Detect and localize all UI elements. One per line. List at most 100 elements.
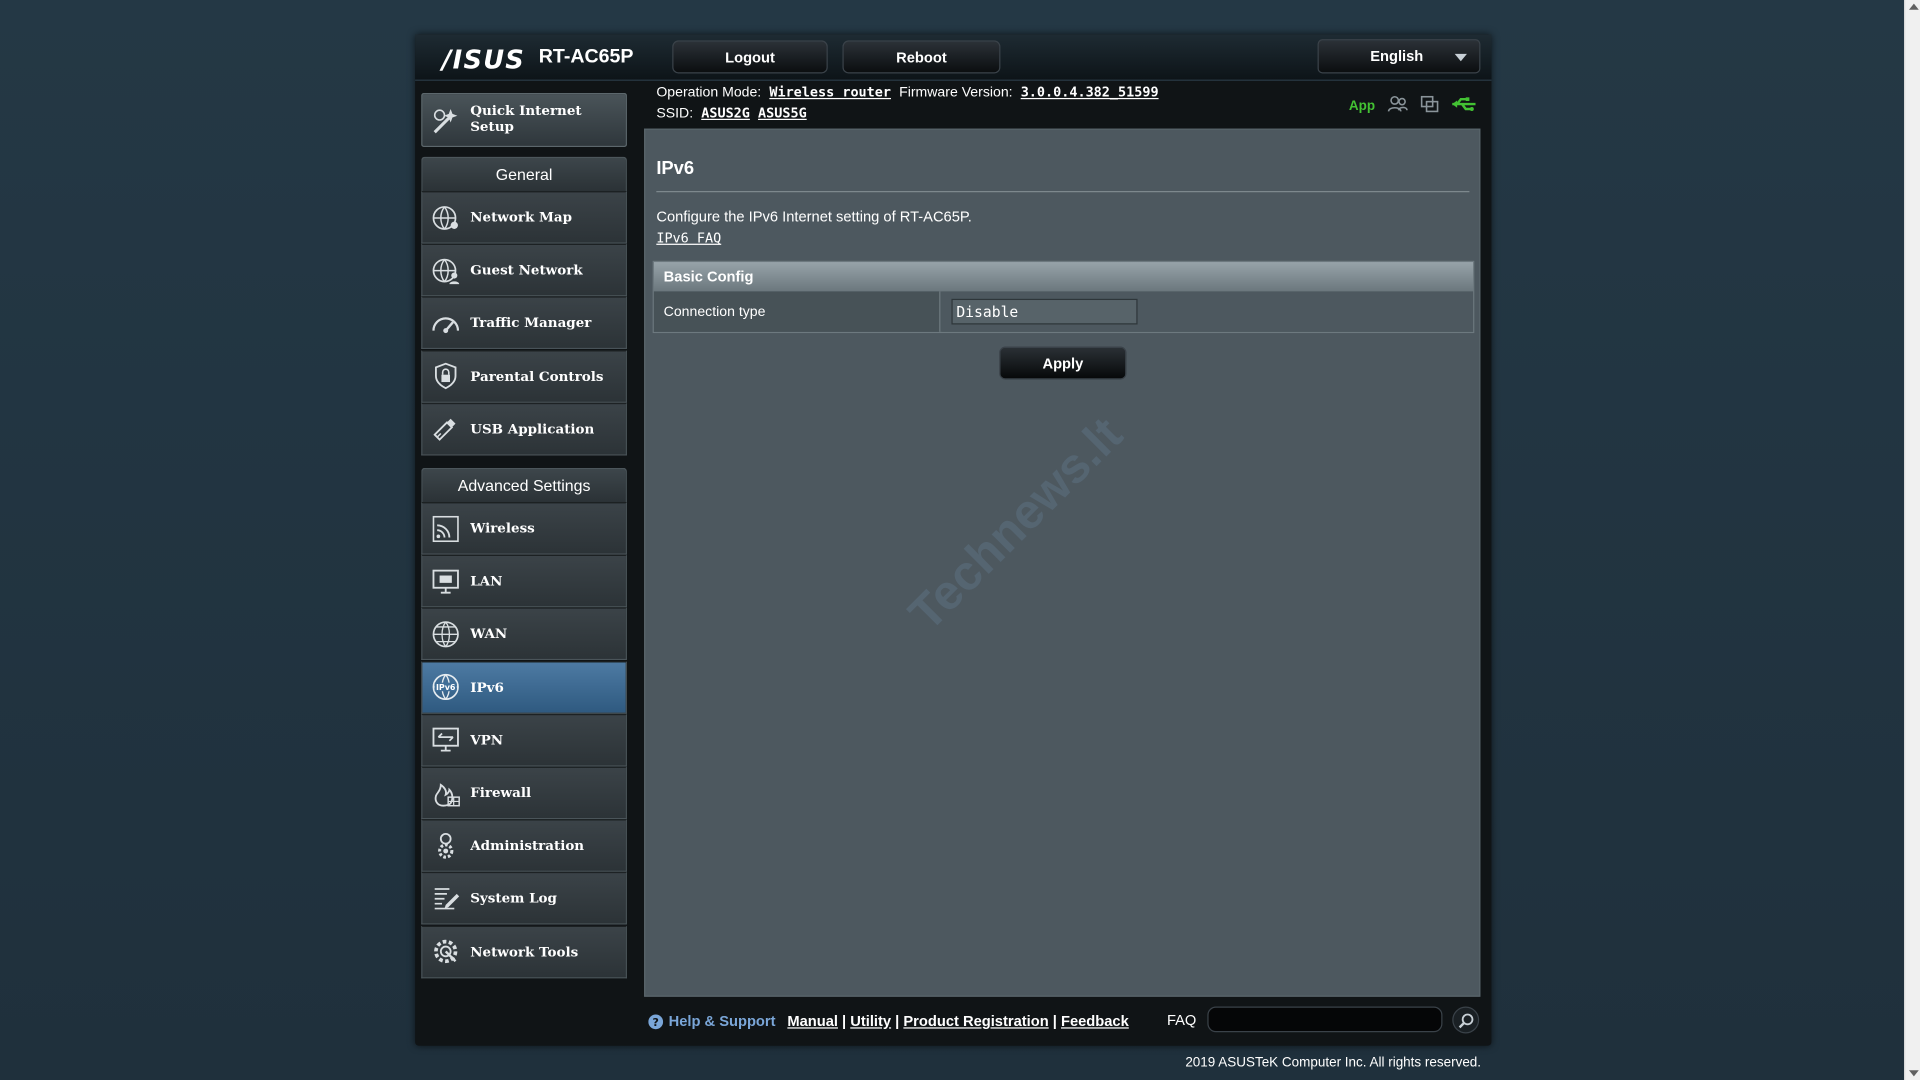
- sidebar-item-firewall[interactable]: Firewall: [421, 766, 627, 820]
- sidebar-item-administration[interactable]: Administration: [421, 819, 627, 873]
- sidebar-item-ipv6[interactable]: IPv6 IPv6: [421, 660, 627, 714]
- search-icon: [1458, 1012, 1473, 1028]
- sidebar-item-label: LAN: [470, 573, 503, 590]
- sidebar-item-network-tools[interactable]: Network Tools: [421, 925, 627, 978]
- guest-globe-icon: [430, 254, 462, 286]
- top-bar: /ISUS RT-AC65P Logout Reboot English: [415, 34, 1492, 81]
- lan-monitor-icon: [430, 565, 462, 597]
- ipv6-globe-icon: IPv6: [430, 671, 462, 703]
- logout-button[interactable]: Logout: [672, 40, 828, 74]
- quick-internet-setup-button[interactable]: Quick Internet Setup: [421, 93, 627, 147]
- log-pencil-icon: [430, 883, 462, 915]
- tools-gear-icon: [430, 936, 462, 968]
- asus-logo: /ISUS: [442, 45, 526, 75]
- sidebar-item-usb-application[interactable]: USB Application: [421, 402, 627, 456]
- watermark: Technews.lt: [899, 407, 1133, 642]
- sidebar-item-label: Parental Controls: [470, 368, 604, 384]
- sidebar-item-lan[interactable]: LAN: [421, 554, 627, 608]
- usb-stick-icon: [430, 413, 462, 445]
- help-question-icon: ?: [648, 1013, 664, 1029]
- language-value: English: [1370, 47, 1424, 65]
- feedback-link[interactable]: Feedback: [1061, 1013, 1129, 1030]
- svg-text:IPv6: IPv6: [436, 683, 456, 692]
- sidebar-item-guest-network[interactable]: Guest Network: [421, 243, 627, 297]
- quick-setup-label: Quick Internet Setup: [470, 102, 582, 135]
- wizard-wand-icon: [430, 105, 462, 137]
- op-mode-label: Operation Mode:: [656, 85, 762, 101]
- language-select[interactable]: English: [1317, 39, 1481, 74]
- faq-search-button[interactable]: [1452, 1006, 1480, 1034]
- sidebar-item-label: System Log: [470, 890, 557, 907]
- scroll-up-icon[interactable]: [1908, 3, 1919, 10]
- page-description: Configure the IPv6 Internet setting of R…: [656, 208, 972, 226]
- op-mode-link[interactable]: Wireless router: [769, 84, 891, 100]
- usb-icon[interactable]: [1451, 97, 1478, 115]
- sidebar-item-traffic-manager[interactable]: Traffic Manager: [421, 296, 627, 350]
- connection-type-label: Connection type: [653, 291, 941, 332]
- app-link[interactable]: App: [1349, 99, 1375, 114]
- sidebar-item-label: IPv6: [470, 679, 504, 696]
- sidebar-item-label: VPN: [470, 732, 504, 748]
- basic-config-heading: Basic Config: [653, 262, 1474, 292]
- connection-type-select[interactable]: Disable: [951, 298, 1138, 325]
- help-links: Manual | Utility | Product Registration …: [787, 1012, 1129, 1030]
- ssid-5g-link[interactable]: ASUS5G: [758, 105, 807, 121]
- apply-button[interactable]: Apply: [999, 346, 1127, 380]
- copyright: 2019 ASUSTeK Computer Inc. All rights re…: [1185, 1055, 1482, 1071]
- manual-link[interactable]: Manual: [787, 1013, 838, 1030]
- model-name: RT-AC65P: [538, 46, 634, 68]
- ssid-label: SSID:: [656, 106, 694, 122]
- connection-type-cell: Disable: [941, 291, 1474, 332]
- sidebar-item-system-log[interactable]: System Log: [421, 872, 627, 925]
- advanced-heading: Advanced Settings: [421, 467, 627, 503]
- gauge-icon: [430, 307, 462, 339]
- firmware-link[interactable]: 3.0.0.4.382_51599: [1021, 84, 1159, 100]
- router-frame: /ISUS RT-AC65P Logout Reboot English Ope…: [415, 34, 1492, 1046]
- basic-config-table: Basic Config Connection type Disable: [652, 260, 1475, 334]
- sidebar-item-parental-controls[interactable]: Parental Controls: [421, 349, 627, 403]
- faq-search-input[interactable]: [1207, 1006, 1443, 1033]
- network-icon[interactable]: [1420, 95, 1439, 117]
- footer: ? Help & Support Manual | Utility | Prod…: [644, 1002, 1480, 1039]
- sidebar-item-label: Administration: [470, 837, 585, 854]
- faq-label: FAQ: [1166, 1011, 1197, 1029]
- flame-icon: [430, 777, 462, 809]
- page-title: IPv6: [656, 157, 695, 179]
- firmware-label: Firmware Version:: [899, 85, 1013, 101]
- clients-icon[interactable]: [1387, 95, 1408, 117]
- ipv6-faq-link[interactable]: IPv6 FAQ: [656, 230, 721, 246]
- sidebar-item-network-map[interactable]: Network Map: [421, 191, 627, 244]
- sidebar-item-wireless[interactable]: Wireless: [421, 502, 627, 555]
- info-bar: Operation Mode: Wireless router Firmware…: [656, 83, 1483, 130]
- status-icons: App: [1349, 95, 1478, 117]
- page-scrollbar[interactable]: [1904, 0, 1920, 1080]
- wan-globe-icon: [430, 618, 462, 650]
- reboot-button[interactable]: Reboot: [842, 40, 1001, 74]
- ssid-2g-link[interactable]: ASUS2G: [701, 105, 750, 121]
- sidebar-item-label: Network Map: [470, 209, 573, 226]
- sidebar-item-label: Guest Network: [470, 262, 583, 279]
- help-support[interactable]: ? Help & Support: [648, 1013, 776, 1030]
- sidebar-item-wan[interactable]: WAN: [421, 607, 627, 661]
- help-support-label: Help & Support: [668, 1012, 776, 1030]
- sidebar-item-label: Traffic Manager: [470, 315, 592, 332]
- vpn-monitor-icon: [430, 724, 462, 756]
- sidebar-item-label: Wireless: [470, 520, 535, 537]
- product-registration-link[interactable]: Product Registration: [903, 1013, 1048, 1030]
- sidebar-item-label: WAN: [470, 626, 508, 643]
- main-content: Technews.lt IPv6 Configure the IPv6 Inte…: [644, 128, 1481, 997]
- sidebar-item-label: Network Tools: [470, 943, 579, 960]
- general-heading: General: [421, 156, 627, 192]
- utility-link[interactable]: Utility: [850, 1013, 891, 1030]
- sidebar-item-vpn[interactable]: VPN: [421, 713, 627, 767]
- sidebar-item-label: Firewall: [470, 784, 532, 801]
- shield-lock-icon: [430, 360, 462, 392]
- svg-text:?: ?: [653, 1016, 659, 1029]
- scroll-down-icon[interactable]: [1908, 1070, 1919, 1077]
- page: /ISUS RT-AC65P Logout Reboot English Ope…: [0, 0, 1920, 1080]
- title-divider: [656, 191, 1470, 193]
- globe-network-icon: [430, 201, 462, 233]
- sidebar-item-label: USB Application: [470, 420, 595, 437]
- chevron-down-icon: [1454, 53, 1467, 62]
- admin-gear-icon: [430, 830, 462, 862]
